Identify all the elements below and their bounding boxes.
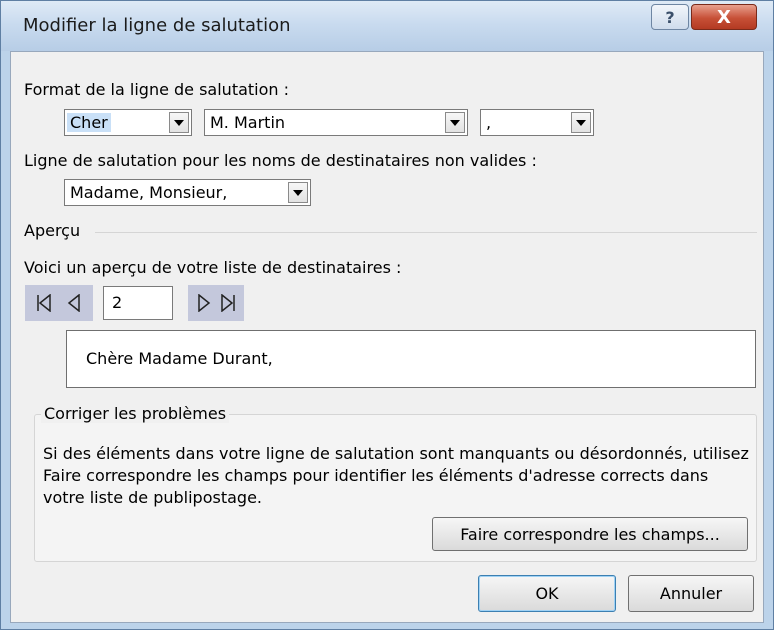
punctuation-dropdown[interactable]: , xyxy=(480,109,594,136)
chevron-down-icon[interactable] xyxy=(445,112,465,133)
fix-problems-text: Si des éléments dans votre ligne de salu… xyxy=(43,444,749,507)
preview-section-label: Aperçu xyxy=(24,221,81,240)
last-record-icon[interactable] xyxy=(217,291,239,315)
chevron-down-icon[interactable] xyxy=(571,112,591,133)
help-button[interactable]: ? xyxy=(651,4,689,30)
dialog-body: Format de la ligne de salutation : Cher … xyxy=(10,51,764,623)
fix-problems-group: Corriger les problèmes Si des éléments d… xyxy=(34,404,757,562)
cancel-button[interactable]: Annuler xyxy=(628,575,754,612)
punctuation-value: , xyxy=(486,113,492,132)
preview-description: Voici un aperçu de votre liste de destin… xyxy=(24,258,402,277)
close-icon: X xyxy=(717,6,731,28)
dialog-window: Modifier la ligne de salutation ? X Form… xyxy=(0,0,774,630)
record-nav-forward xyxy=(188,285,244,321)
invalid-names-label: Ligne de salutation pour les noms de des… xyxy=(24,151,537,170)
chevron-down-icon[interactable] xyxy=(169,112,189,133)
match-fields-button[interactable]: Faire correspondre les champs... xyxy=(432,517,748,551)
record-nav-back xyxy=(25,285,93,321)
preview-divider xyxy=(95,232,757,233)
greeting-dropdown[interactable]: Cher xyxy=(64,109,192,136)
preview-box: Chère Madame Durant, xyxy=(66,330,756,388)
chevron-down-icon[interactable] xyxy=(288,182,308,203)
name-format-dropdown[interactable]: M. Martin xyxy=(204,109,468,136)
name-format-value: M. Martin xyxy=(210,113,286,132)
preview-text: Chère Madame Durant, xyxy=(86,349,273,368)
next-record-icon[interactable] xyxy=(193,291,215,315)
invalid-greeting-dropdown[interactable]: Madame, Monsieur, xyxy=(64,179,311,206)
title-bar[interactable]: Modifier la ligne de salutation ? X xyxy=(1,1,773,51)
greeting-value: Cher xyxy=(67,113,111,132)
fix-problems-legend: Corriger les problèmes xyxy=(41,404,230,423)
ok-button[interactable]: OK xyxy=(478,575,616,612)
window-title: Modifier la ligne de salutation xyxy=(23,15,291,36)
previous-record-icon[interactable] xyxy=(63,291,85,315)
invalid-greeting-value: Madame, Monsieur, xyxy=(70,183,228,202)
format-label: Format de la ligne de salutation : xyxy=(24,80,290,99)
help-icon: ? xyxy=(665,7,675,27)
close-button[interactable]: X xyxy=(691,4,757,30)
record-number-input[interactable]: 2 xyxy=(103,286,173,320)
first-record-icon[interactable] xyxy=(33,291,55,315)
